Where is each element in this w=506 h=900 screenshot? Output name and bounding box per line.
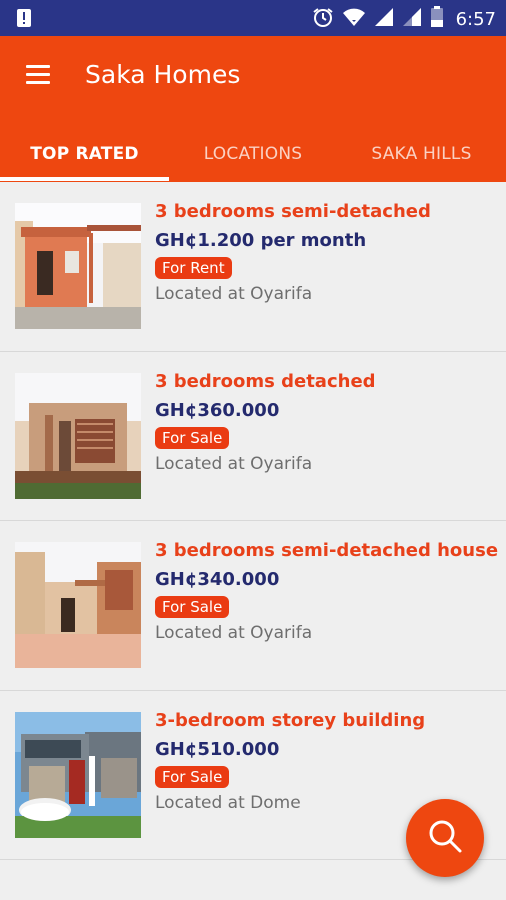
- app-bar: Saka Homes TOP RATED LOCATIONS SAKA HILL…: [0, 36, 506, 182]
- listing-card[interactable]: 3 bedrooms semi-detached house GH¢340.00…: [0, 521, 506, 691]
- tab-indicator: [0, 177, 169, 181]
- tab-saka-hills[interactable]: SAKA HILLS: [337, 126, 506, 182]
- listing-card[interactable]: 3 bedrooms semi-detached GH¢1.200 per mo…: [0, 182, 506, 352]
- listing-photo: [15, 542, 141, 668]
- tab-top-rated[interactable]: TOP RATED: [0, 126, 169, 182]
- battery-icon: [430, 6, 444, 32]
- listing-list: 3 bedrooms semi-detached GH¢1.200 per mo…: [0, 182, 506, 860]
- signal-2-icon: [402, 7, 422, 31]
- status-bar: 6:57: [0, 0, 506, 36]
- status-badge: For Sale: [155, 596, 230, 618]
- signal-icon: [374, 7, 394, 31]
- listing-price: GH¢360.000: [155, 399, 280, 421]
- listing-photo: [15, 372, 141, 499]
- status-badge: For Sale: [155, 765, 230, 788]
- status-badge: For Rent: [155, 257, 232, 279]
- listing-title: 3 bedrooms semi-detached house: [155, 540, 499, 561]
- listing-location: Located at Oyarifa: [155, 453, 313, 474]
- listing-photo: [15, 203, 141, 329]
- listing-photo: [15, 711, 141, 838]
- tab-locations[interactable]: LOCATIONS: [169, 126, 337, 182]
- tab-bar: TOP RATED LOCATIONS SAKA HILLS: [0, 126, 506, 182]
- listing-title: 3 bedrooms semi-detached: [155, 201, 431, 222]
- listing-price: GH¢510.000: [155, 738, 280, 760]
- listing-location: Located at Oyarifa: [155, 623, 313, 643]
- alarm-icon: [312, 6, 334, 32]
- menu-icon[interactable]: [24, 65, 56, 89]
- listing-card[interactable]: 3 bedrooms detached GH¢360.000 For Sale …: [0, 352, 506, 521]
- listing-title: 3 bedrooms detached: [155, 370, 376, 392]
- search-fab[interactable]: [406, 799, 484, 877]
- wifi-icon: [342, 7, 366, 31]
- app-title: Saka Homes: [85, 60, 241, 89]
- listing-price: GH¢1.200 per month: [155, 230, 367, 251]
- search-icon: [427, 818, 463, 858]
- listing-location: Located at Oyarifa: [155, 284, 313, 304]
- listing-price: GH¢340.000: [155, 569, 280, 590]
- clock-time: 6:57: [455, 8, 496, 30]
- status-badge: For Sale: [155, 426, 230, 449]
- notification-icon: [16, 8, 32, 32]
- listing-title: 3-bedroom storey building: [155, 709, 426, 731]
